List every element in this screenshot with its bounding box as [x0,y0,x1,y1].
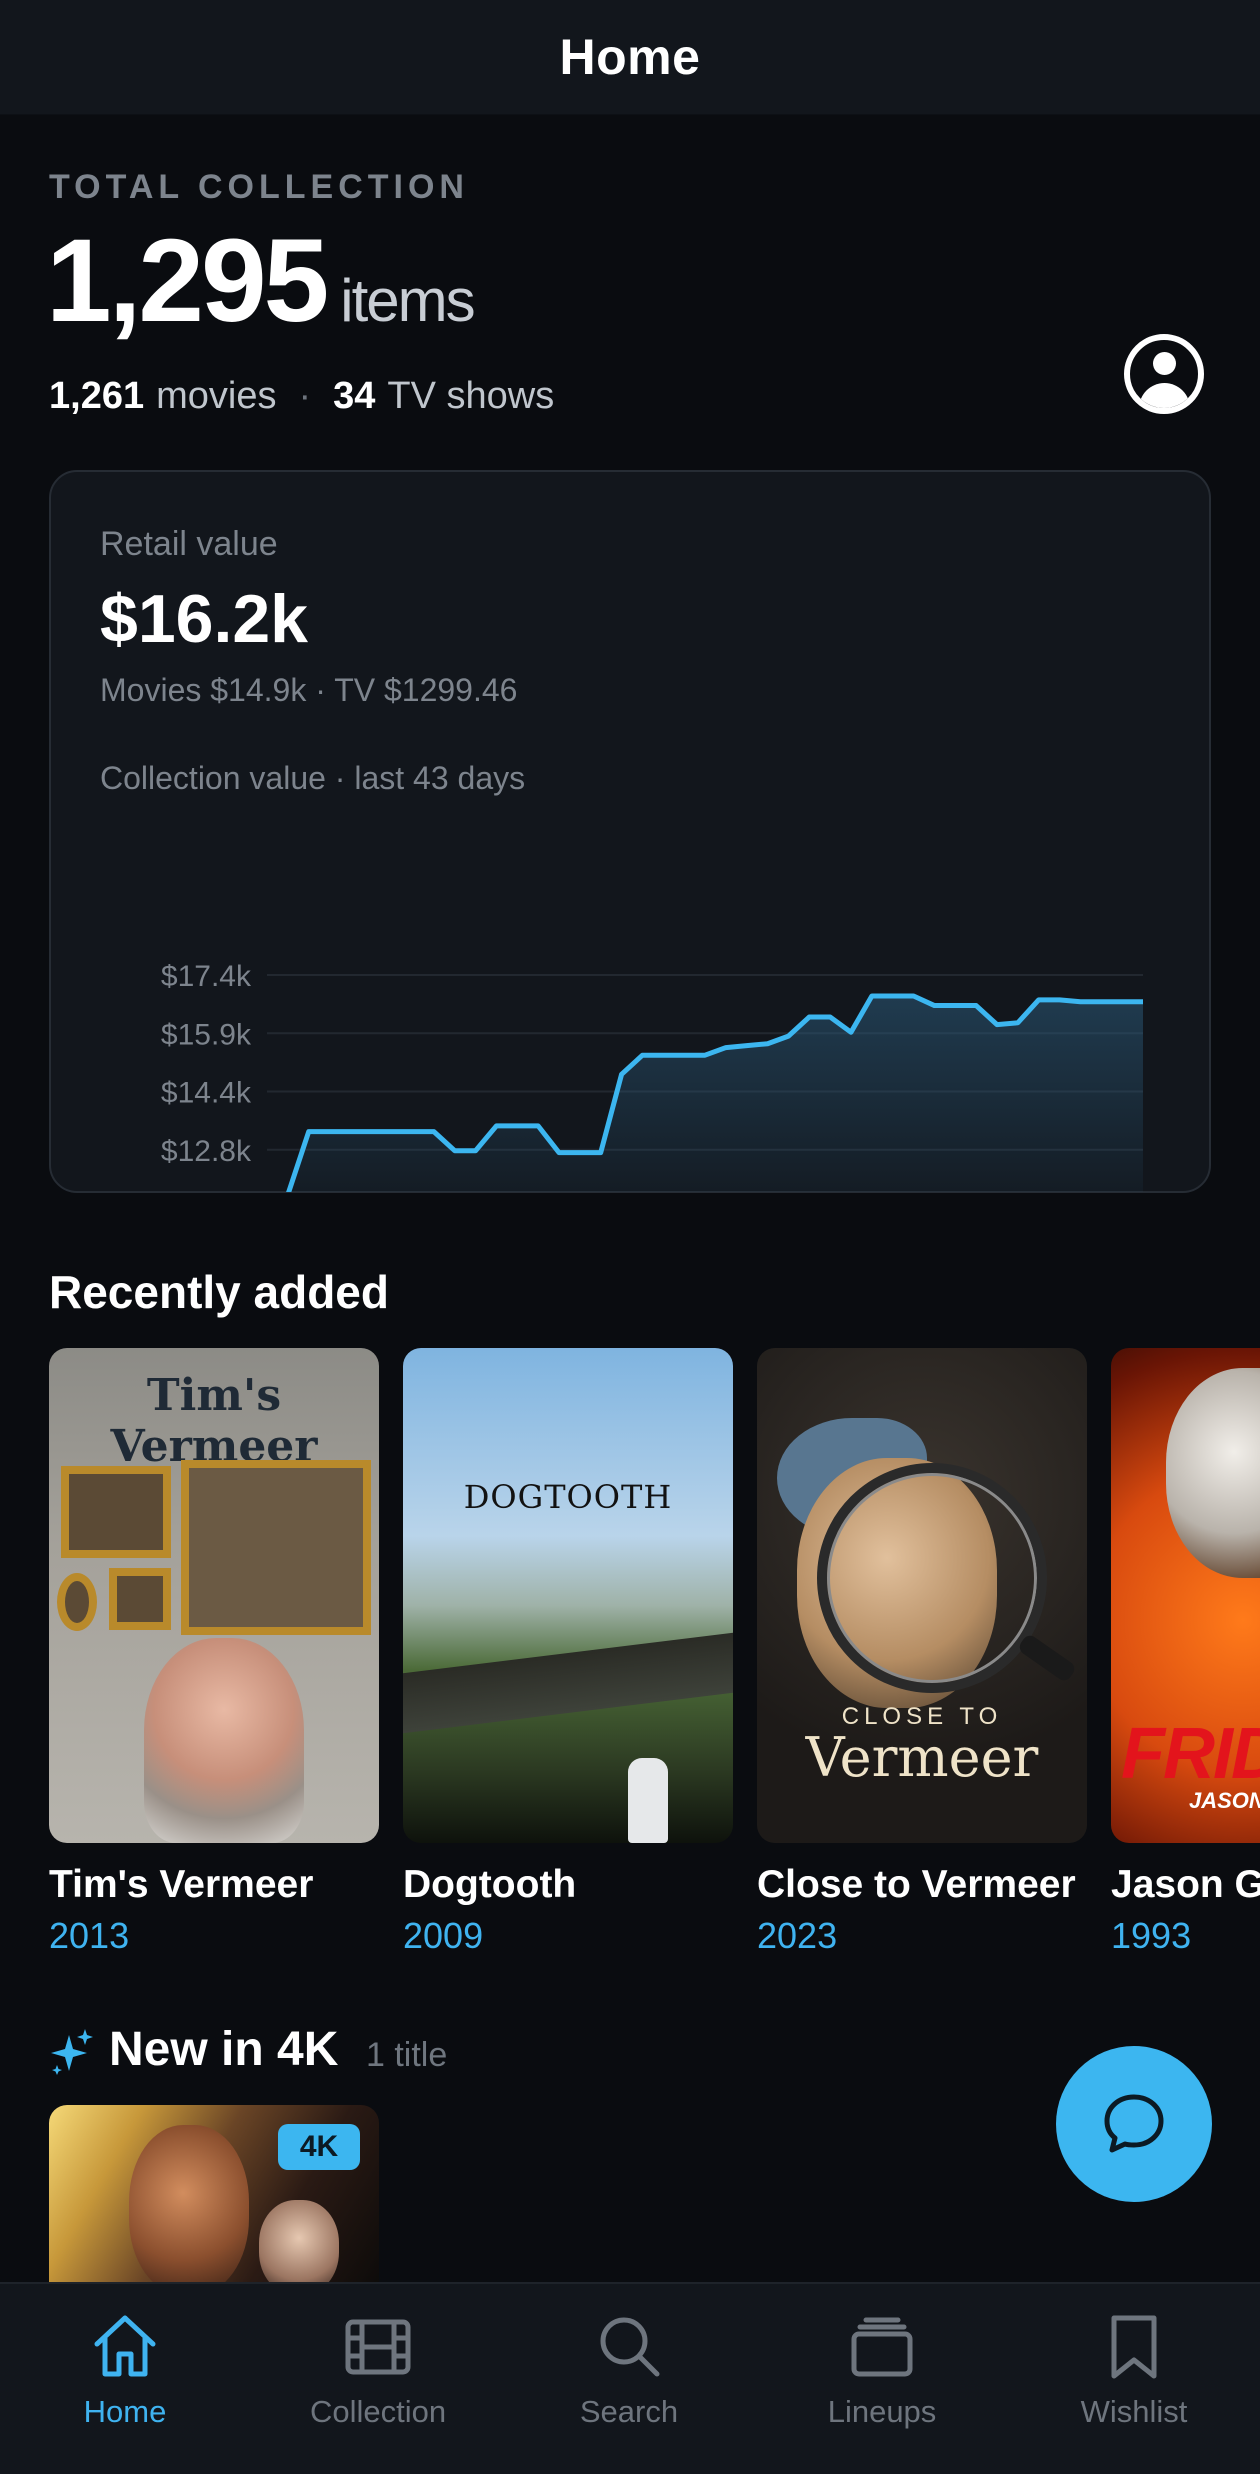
movie-year: 2023 [757,1915,838,1956]
movie-poster: Tim's Vermeer [49,1348,379,1843]
retail-value-breakdown: Movies $14.9k · TV $1299.46 [100,672,518,708]
movie-title: Jason Goes to Hell: The Final Friday [1111,1863,1260,1906]
tab-lineups[interactable]: Lineups [782,2310,982,2430]
total-count: 1,295 items [46,215,476,347]
chat-button[interactable] [1056,2046,1212,2202]
new-in-4k-count: 1 title [366,2036,448,2074]
4k-movie-poster[interactable]: 4K [49,2105,379,2285]
movie-year: 1993 [1111,1915,1192,1956]
movie-title: Tim's Vermeer [49,1863,314,1906]
bookmark-icon [1111,2315,1157,2379]
movie-card[interactable]: DOGTOOTH Dogtooth 2009 [403,1348,733,1957]
total-collection-label: TOTAL COLLECTION [49,168,469,206]
movie-title: Close to Vermeer [757,1863,1076,1906]
tv-label: TV shows [387,375,555,417]
tab-wishlist[interactable]: Wishlist [1034,2310,1234,2430]
tab-label: Home [83,2394,167,2429]
poster-title-text: Vermeer [805,1726,1039,1789]
movie-year: 2009 [403,1915,484,1956]
tab-label: Search [579,2394,679,2429]
chart-title: Collection value · last 43 days [100,760,526,796]
movies-count: 1,261 [49,375,145,417]
recently-added-carousel[interactable]: Tim's Vermeer Tim's Vermeer 2013 DOGTOOT… [49,1348,1260,1968]
retail-value-label: Retail value [100,525,278,563]
tab-label: Collection [309,2394,447,2429]
movie-poster: CLOSE TO Vermeer [757,1348,1087,1843]
breakdown-separator: · [298,375,312,417]
movie-title: Dogtooth [403,1863,577,1906]
movie-card[interactable]: FRIDAY JASON G Jason Goes to Hell: The F… [1111,1348,1260,1957]
top-bar: Home [0,0,1260,115]
movie-poster: DOGTOOTH [403,1348,733,1843]
movie-card[interactable]: CLOSE TO Vermeer Close to Vermeer 2023 [757,1348,1087,1957]
tab-bar: Home Collection Search Lineups Wishlist [0,2282,1260,2474]
4k-badge: 4K [278,2124,360,2170]
retail-value-card[interactable]: Retail value $16.2k Movies $14.9k · TV $… [49,470,1211,1193]
movie-card[interactable]: Tim's Vermeer Tim's Vermeer 2013 [49,1348,379,1957]
retail-value-amount: $16.2k [100,581,308,657]
tab-label: Wishlist [1080,2394,1188,2429]
tv-count: 34 [333,375,376,417]
poster-title-text: FRIDAY [1121,1714,1260,1794]
recently-added-title: Recently added [49,1266,389,1318]
collection-breakdown: 1,261 movies · 34 TV shows [49,375,554,418]
total-count-number: 1,295 [46,215,329,347]
sparkles-icon [51,2029,93,2075]
film-icon [345,2319,411,2375]
stack-icon [851,2317,913,2377]
y-tick-label: $17.4k [161,960,252,993]
movie-poster: FRIDAY JASON G [1111,1348,1260,1843]
y-tick-label: $14.4k [161,1077,252,1110]
poster-title-text: JASON G [1189,1788,1260,1813]
new-in-4k-title: New in 4K [109,2023,339,2076]
tab-collection[interactable]: Collection [278,2310,478,2430]
poster-title-text: Tim's Vermeer [110,1370,318,1472]
movies-label: movies [156,375,277,417]
profile-button[interactable] [1124,334,1204,414]
collection-value-chart: $17.4k$15.9k$14.4k$12.8k$11.3k4/125/25 [161,960,1143,1192]
tab-home[interactable]: Home [25,2310,225,2430]
movie-year: 2013 [49,1915,130,1956]
y-tick-label: $15.9k [161,1018,252,1051]
house-icon [94,2315,156,2377]
y-tick-label: $12.8k [161,1135,252,1168]
total-count-unit: items [340,267,475,334]
tab-label: Lineups [827,2394,937,2429]
page-title: Home [559,29,701,85]
chat-bubble-icon [1104,2094,1164,2153]
poster-title-text: DOGTOOTH [463,1478,673,1516]
tab-search[interactable]: Search [529,2310,729,2430]
search-icon [600,2317,660,2377]
